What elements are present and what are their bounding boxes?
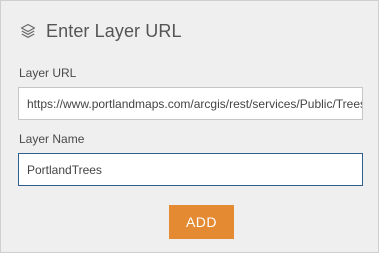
layer-name-input[interactable] (18, 153, 363, 186)
layer-url-input[interactable] (18, 87, 363, 120)
page-title: Enter Layer URL (46, 20, 182, 41)
layers-icon (19, 22, 37, 40)
add-layer-panel: Enter Layer URL Layer URL Layer Name ADD (0, 0, 379, 253)
panel-header: Enter Layer URL (19, 19, 182, 43)
layer-name-label: Layer Name (19, 132, 85, 146)
layer-url-label: Layer URL (19, 66, 77, 80)
add-button[interactable]: ADD (169, 205, 234, 239)
